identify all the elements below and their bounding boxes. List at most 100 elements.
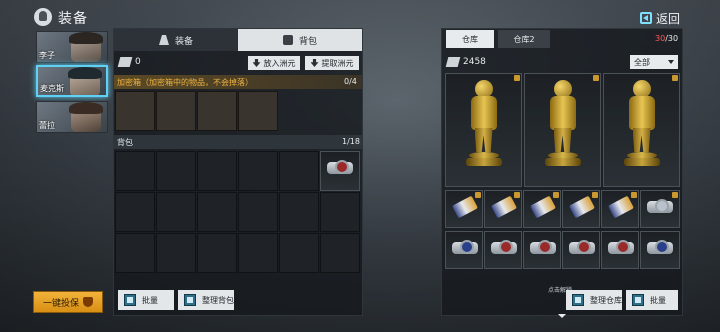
wristwatch-icon — [327, 160, 353, 174]
backpack-count: 1/18 — [342, 137, 360, 146]
page-title: 装备 — [58, 11, 88, 27]
shield-icon — [83, 297, 93, 307]
deposit-button[interactable]: 放入洲元 — [248, 56, 300, 70]
currency-value: 0 — [135, 57, 141, 67]
capacity-used: 30 — [655, 34, 666, 43]
character-name: 李子 — [39, 51, 55, 60]
backpack-slot[interactable] — [279, 151, 319, 191]
backpack-slot[interactable] — [197, 233, 237, 273]
sort-warehouse-label: 整理仓库 — [590, 295, 622, 305]
tab-label: 背包 — [298, 36, 317, 47]
backpack-slot[interactable] — [320, 233, 360, 273]
lock-badge-icon — [672, 192, 678, 198]
weapon-icon — [158, 35, 169, 45]
lock-badge-icon — [631, 192, 637, 198]
backpack-icon — [282, 35, 293, 45]
character-card-3[interactable]: 蕾拉 — [36, 101, 108, 133]
ticket-icon — [569, 195, 595, 219]
warehouse-currency: 2458 — [463, 57, 486, 67]
back-button[interactable]: 返回 — [640, 9, 680, 27]
lock-badge-icon — [672, 75, 678, 81]
sort-warehouse-button[interactable]: 整理仓库 — [566, 290, 622, 310]
lock-badge-icon — [553, 192, 559, 198]
warehouse-item-watch[interactable] — [562, 231, 600, 269]
batch-label: 批量 — [142, 295, 158, 305]
secure-slot[interactable] — [197, 91, 237, 131]
backpack-slot[interactable] — [156, 192, 196, 232]
edit-icon — [124, 294, 136, 306]
character-card-2[interactable]: 麦克斯 — [36, 65, 108, 97]
backpack-slot[interactable] — [115, 233, 155, 273]
warehouse-item-ticket[interactable] — [484, 190, 522, 228]
statue-plinth — [544, 158, 581, 166]
secure-slot[interactable] — [238, 91, 278, 131]
warehouse-item-ticket[interactable] — [523, 190, 561, 228]
tab-warehouse-1[interactable]: 仓库 — [446, 30, 494, 48]
wristwatch-icon — [452, 240, 478, 254]
warehouse-item-watch[interactable] — [640, 231, 680, 269]
quick-insure-button[interactable]: 一键投保 — [33, 291, 103, 313]
chevron-down-icon — [668, 60, 674, 64]
character-hair — [69, 102, 103, 114]
character-hair — [68, 67, 102, 79]
character-hair — [69, 32, 103, 44]
warehouse-item-watch[interactable] — [601, 231, 639, 269]
backpack-slot[interactable] — [156, 233, 196, 273]
batch-button-right[interactable]: 批量 — [626, 290, 678, 310]
wristwatch-icon — [491, 240, 517, 254]
warehouse-item-watch[interactable] — [445, 231, 483, 269]
sort-icon — [184, 294, 196, 306]
secure-slot[interactable] — [115, 91, 155, 131]
backpack-slot[interactable] — [238, 151, 278, 191]
tab-equipment[interactable]: 装备 — [114, 29, 238, 51]
warehouse-item-watch[interactable] — [484, 231, 522, 269]
tab-warehouse-2[interactable]: 仓库2 — [498, 30, 550, 48]
filter-label: 全部 — [634, 57, 650, 67]
ticket-icon — [491, 195, 517, 219]
ticket-icon — [530, 195, 556, 219]
backpack-slot[interactable] — [279, 192, 319, 232]
backpack-slot[interactable] — [197, 192, 237, 232]
character-card-1[interactable]: 李子 — [36, 31, 108, 63]
warehouse-item-ticket[interactable] — [445, 190, 483, 228]
backpack-slot[interactable] — [279, 233, 319, 273]
backpack-slot[interactable] — [320, 192, 360, 232]
warehouse-item-watch[interactable] — [523, 231, 561, 269]
backpack-slot[interactable] — [115, 192, 155, 232]
statue-body — [470, 96, 497, 130]
tab-backpack[interactable]: 背包 — [238, 29, 362, 51]
sort-backpack-label: 整理背包 — [202, 295, 234, 305]
wristwatch-icon — [530, 240, 556, 254]
capacity-total: /30 — [665, 34, 679, 43]
lock-badge-icon — [514, 192, 520, 198]
backpack-slot[interactable] — [156, 151, 196, 191]
warehouse-item-statue[interactable] — [445, 73, 522, 187]
warehouse-item-statue[interactable] — [603, 73, 680, 187]
wristwatch-icon — [647, 199, 673, 213]
statue-body — [628, 96, 655, 130]
backpack-slot[interactable] — [238, 192, 278, 232]
lock-badge-icon — [475, 192, 481, 198]
warehouse-item-ticket[interactable] — [601, 190, 639, 228]
batch-button-left[interactable]: 批量 — [118, 290, 174, 310]
backpack-slot[interactable] — [197, 151, 237, 191]
deposit-label: 放入洲元 — [263, 58, 296, 68]
withdraw-label: 提取洲元 — [321, 58, 354, 68]
warehouse-item-ticket[interactable] — [562, 190, 600, 228]
statue-legs — [632, 128, 651, 152]
wristwatch-icon — [608, 240, 634, 254]
lock-badge-icon — [593, 75, 599, 81]
backpack-slot[interactable] — [238, 233, 278, 273]
statue-body — [549, 96, 576, 130]
filter-select[interactable]: 全部 — [630, 55, 678, 69]
withdraw-button[interactable]: 提取洲元 — [305, 56, 359, 70]
secure-slot[interactable] — [156, 91, 196, 131]
tab-label: 装备 — [174, 36, 193, 47]
warehouse-item-statue[interactable] — [524, 73, 601, 187]
scroll-down-icon[interactable] — [558, 314, 566, 318]
warehouse-item-watch[interactable] — [640, 190, 680, 228]
backpack-slot-item[interactable] — [320, 151, 360, 191]
sort-backpack-button[interactable]: 整理背包 — [178, 290, 234, 310]
backpack-slot[interactable] — [115, 151, 155, 191]
character-name: 蕾拉 — [39, 121, 55, 130]
